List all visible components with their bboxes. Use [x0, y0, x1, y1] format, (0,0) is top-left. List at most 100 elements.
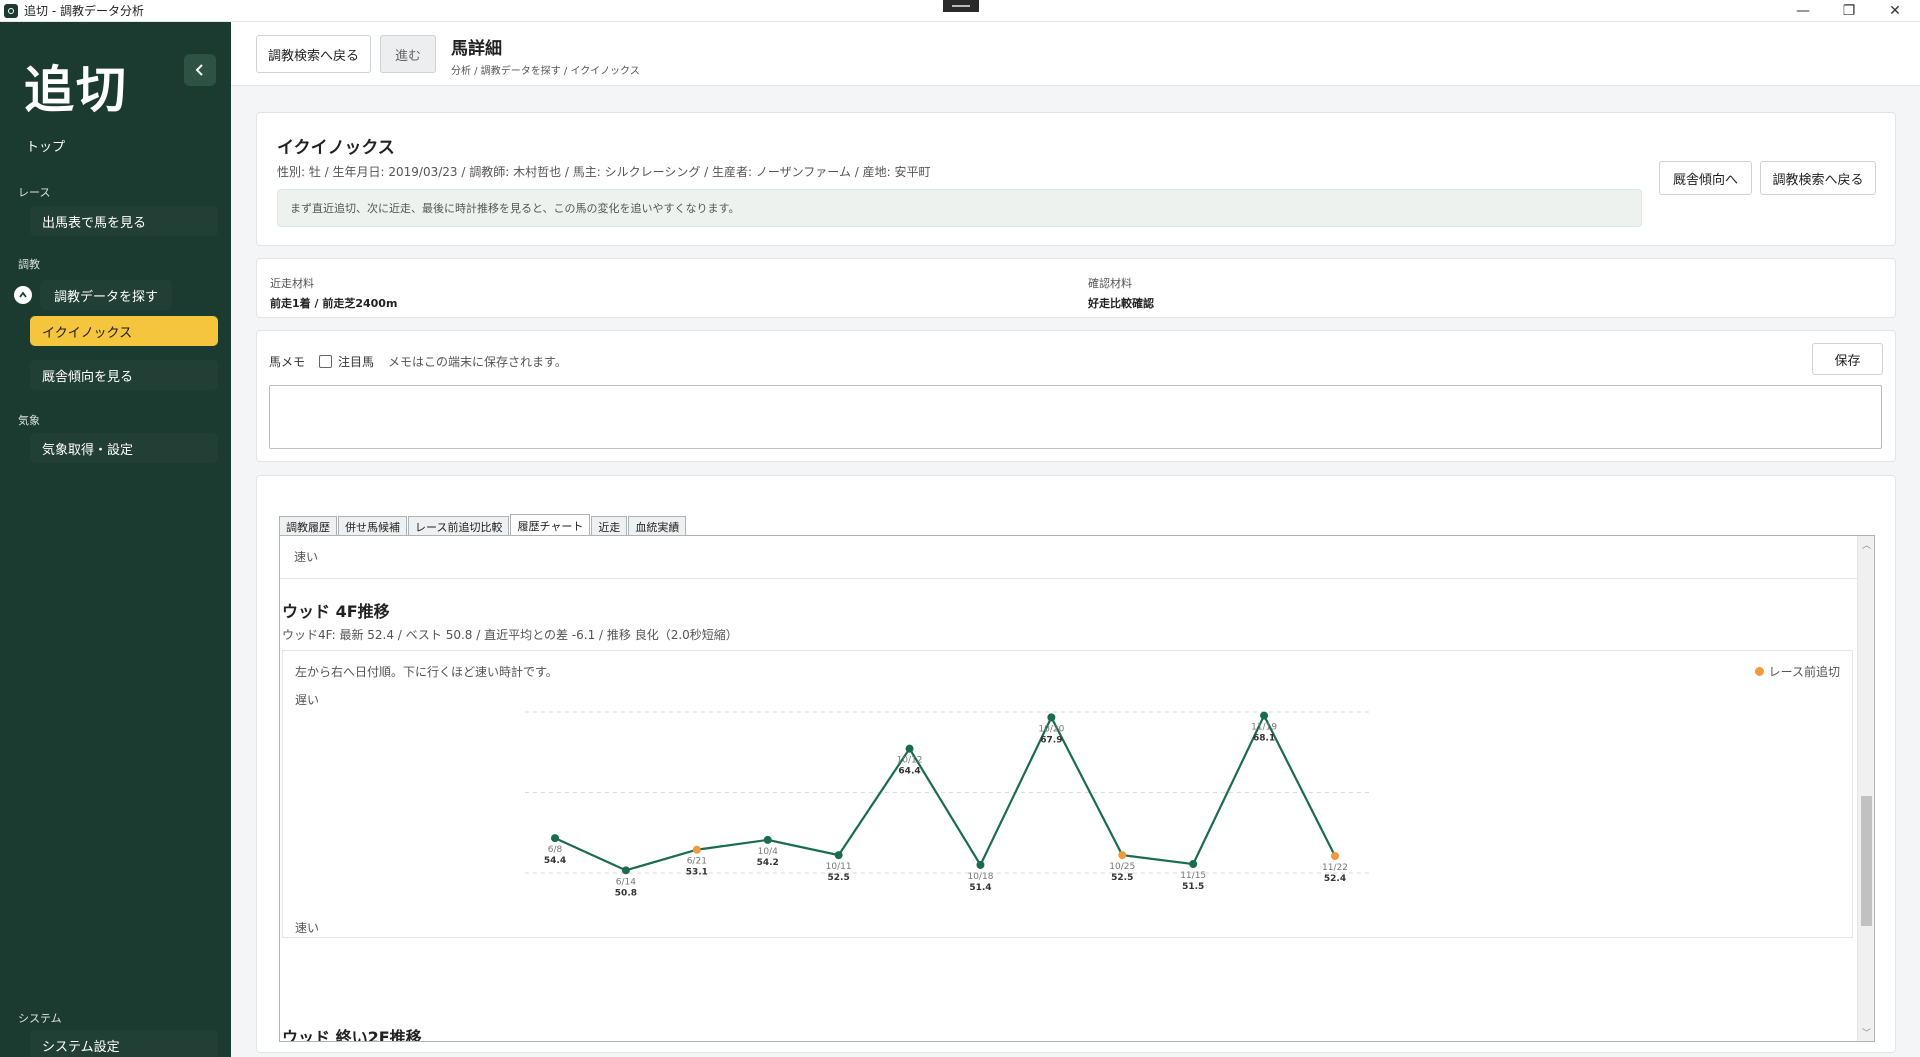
- app-icon: [4, 3, 18, 18]
- value-label-11: 52.4: [1324, 874, 1346, 884]
- scroll-up-icon[interactable]: ︿: [1862, 538, 1871, 551]
- data-point-11: [1331, 852, 1339, 861]
- memo-label: 馬メモ: [269, 355, 306, 369]
- date-label-11: 11/22: [1322, 863, 1348, 873]
- memo-row: 馬メモ 注目馬 メモはこの端末に保存されます。: [269, 353, 567, 370]
- sidebar-section-weather: 気象: [18, 414, 40, 427]
- previous-chart-fast-label: 速い: [294, 550, 319, 564]
- reading-hint: まず直近追切、次に近走、最後に時計推移を見ると、この馬の変化を追いやすくなります…: [277, 189, 1642, 227]
- page-header: 調教検索へ戻る 進む 馬詳細 分析 / 調教データを探す / イクイノックス: [231, 22, 1920, 86]
- sidebar-item-top[interactable]: トップ: [26, 136, 65, 155]
- sidebar-section-system: システム: [18, 1012, 62, 1025]
- history-card: 調教履歴 併せ馬候補 レース前追切比較 履歴チャート 近走 血統実績 速い ウッ…: [256, 475, 1896, 1053]
- value-label-10: 68.1: [1253, 734, 1275, 744]
- date-label-8: 10/25: [1109, 862, 1135, 872]
- memo-card: 馬メモ 注目馬 メモはこの端末に保存されます。 保存: [256, 330, 1896, 462]
- value-label-6: 51.4: [969, 883, 991, 893]
- tab-partner-candidates[interactable]: 併せ馬候補: [338, 516, 407, 536]
- recent-materials-label: 近走材料: [270, 277, 314, 290]
- data-point-7: [1047, 713, 1056, 722]
- history-chart-panel: 速い ウッド 4F推移 ウッド4F: 最新 52.4 / ベスト 50.8 / …: [279, 535, 1875, 1042]
- window-titlebar: 追切 - 調教データ分析 — ❐ ✕: [0, 0, 1920, 22]
- next-chart-title: ウッド 終い2F推移: [282, 1028, 422, 1042]
- value-label-5: 64.4: [898, 767, 920, 777]
- data-point-0: [551, 834, 559, 843]
- tab-pre-race-compare[interactable]: レース前追切比較: [408, 516, 510, 536]
- stable-trend-button[interactable]: 厩舎傾向へ: [1659, 161, 1752, 195]
- chevron-up-icon[interactable]: [14, 286, 32, 304]
- date-label-7: 10/20: [1038, 724, 1064, 734]
- restore-icon[interactable]: ❐: [1826, 0, 1872, 22]
- panel-scrollbar[interactable]: ︿ ﹀: [1857, 536, 1874, 1041]
- window-title: 追切 - 調教データ分析: [24, 4, 144, 18]
- data-point-10: [1260, 711, 1269, 720]
- save-button[interactable]: 保存: [1812, 343, 1883, 375]
- sidebar-item-system-settings[interactable]: システム設定: [30, 1030, 218, 1057]
- scrollbar-thumb[interactable]: [1861, 796, 1872, 926]
- memo-note: メモはこの端末に保存されます。: [388, 355, 567, 369]
- tab-bar: 調教履歴 併せ馬候補 レース前追切比較 履歴チャート 近走 血統実績: [279, 514, 687, 536]
- chart-summary: ウッド4F: 最新 52.4 / ベスト 50.8 / 直近平均との差 -6.1…: [282, 628, 738, 642]
- app-logo: 追切: [24, 60, 128, 119]
- data-point-1: [621, 866, 630, 875]
- watch-checkbox[interactable]: [319, 355, 333, 368]
- tab-training-history[interactable]: 調教履歴: [279, 516, 337, 536]
- materials-card: 近走材料 前走1着 / 前走芝2400m 確認材料 好走比較確認: [256, 258, 1896, 318]
- confirm-materials-label: 確認材料: [1088, 277, 1132, 290]
- line-chart: 6/854.46/1450.86/2153.110/454.2 10/1152.5…: [525, 711, 1370, 898]
- value-label-7: 67.9: [1040, 735, 1062, 745]
- data-point-6: [976, 860, 985, 869]
- date-label-10: 11/19: [1251, 723, 1277, 733]
- tab-recent-races[interactable]: 近走: [591, 516, 628, 536]
- sidebar-item-race-card[interactable]: 出馬表で馬を見る: [30, 206, 218, 236]
- value-label-1: 50.8: [615, 888, 637, 898]
- sidebar-item-training-search[interactable]: 調教データを探す: [40, 280, 173, 310]
- horse-name: イクイノックス: [277, 138, 395, 158]
- data-point-2: [692, 845, 701, 854]
- data-point-9: [1189, 860, 1198, 869]
- chart-area: 左から右へ日付順。下に行くほど速い時計です。 レース前追切 遅い 速い 6/8 5…: [282, 650, 1853, 938]
- watch-label[interactable]: 注目馬: [338, 353, 374, 370]
- tab-history-chart[interactable]: 履歴チャート: [510, 514, 591, 536]
- data-point-5: [905, 744, 914, 753]
- value-label-4: 52.5: [828, 873, 850, 883]
- data-point-4: [834, 851, 843, 860]
- confirm-materials-value: 好走比較確認: [1088, 297, 1154, 310]
- close-icon[interactable]: ✕: [1872, 0, 1918, 22]
- data-point-8: [1118, 851, 1127, 860]
- scroll-down-icon[interactable]: ﹀: [1862, 1026, 1871, 1039]
- breadcrumb: 分析 / 調教データを探す / イクイノックス: [451, 66, 640, 77]
- date-label-2: 6/21: [687, 857, 707, 867]
- section-divider: [280, 578, 1858, 579]
- chevron-left-icon: [195, 64, 203, 76]
- value-label-2: 53.1: [686, 868, 708, 878]
- date-label-0: 6/8: [548, 845, 563, 855]
- sidebar-item-horse-active[interactable]: イクイノックス: [30, 316, 218, 346]
- data-point-3: [763, 835, 772, 844]
- tab-pedigree[interactable]: 血統実績: [628, 516, 687, 536]
- date-label-6: 10/18: [967, 872, 993, 882]
- sidebar-section-training: 調教: [18, 258, 40, 271]
- sidebar-item-weather[interactable]: 気象取得・設定: [30, 433, 218, 463]
- collapse-sidebar-button[interactable]: [184, 54, 216, 86]
- sidebar-group-training-search[interactable]: 調教データを探す: [14, 280, 173, 310]
- recent-materials-value: 前走1着 / 前走芝2400m: [270, 297, 398, 310]
- sidebar-item-stable-trend[interactable]: 厩舎傾向を見る: [30, 360, 218, 390]
- value-label-9: 51.5: [1182, 882, 1204, 892]
- minimize-icon[interactable]: —: [1780, 0, 1826, 22]
- sidebar-section-race: レース: [18, 186, 51, 199]
- forward-button[interactable]: 進む: [380, 35, 436, 73]
- value-label-3: 54.2: [757, 858, 779, 868]
- page-title: 馬詳細: [451, 39, 502, 59]
- drag-handle-icon[interactable]: [943, 0, 979, 12]
- back-to-search-button[interactable]: 調教検索へ戻る: [256, 35, 371, 73]
- back-to-search-button-2[interactable]: 調教検索へ戻る: [1760, 161, 1876, 195]
- date-label-9: 11/15: [1180, 871, 1206, 881]
- horse-info-card: イクイノックス 性別: 牡 / 生年月日: 2019/03/23 / 調教師: …: [256, 112, 1896, 246]
- date-label-5: 10/12: [897, 756, 923, 766]
- memo-textarea[interactable]: [269, 385, 1882, 449]
- horse-meta: 性別: 牡 / 生年月日: 2019/03/23 / 調教師: 木村哲也 / 馬…: [277, 165, 931, 179]
- date-label-4: 10/11: [826, 862, 852, 872]
- chart-title: ウッド 4F推移: [282, 602, 390, 621]
- sidebar: 追切 トップ レース 出馬表で馬を見る 調教 調教データを探す イクイノックス …: [0, 22, 231, 1057]
